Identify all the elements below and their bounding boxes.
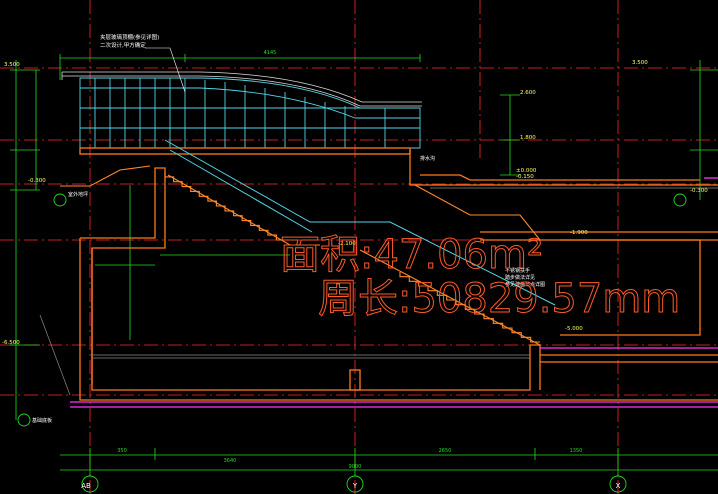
note-drain: 排水沟 — [420, 155, 435, 162]
elev-left-bottom: -6.500 — [2, 340, 20, 346]
elev-floor-bottom: -5.000 — [565, 326, 583, 332]
note-left-ground: 室外地坪 — [68, 191, 88, 198]
elev-right-low: -0.300 — [690, 188, 708, 194]
elev-level-minus: -0.150 — [516, 174, 534, 180]
elev-left-top: 3.500 — [4, 62, 20, 68]
overlay-area: 面积:47.06m² — [280, 232, 543, 278]
axis-label-middle: Y — [352, 482, 358, 490]
elev-basement-right: -1.900 — [570, 230, 588, 236]
canopy-roof-edge — [61, 71, 422, 107]
axis-label-left: AB — [81, 482, 91, 490]
canopy-note-line1: 夹层玻璃顶棚(参见详图) — [100, 33, 159, 41]
elev-roof-right: 2.600 — [520, 90, 536, 96]
overlay-perimeter: 周长:50829.57mm — [318, 276, 680, 322]
section-drawing: AB Y X 夹层玻璃顶棚(参见详图) 二次设计,甲方确定 2.600 1.80… — [0, 0, 718, 494]
note-left-bottom: 基础底板 — [32, 417, 52, 424]
dim-bottom-d: 1350 — [570, 448, 583, 454]
axis-label-right: X — [616, 482, 621, 490]
canopy-note-line2: 二次设计,甲方确定 — [100, 41, 146, 49]
dim-bottom-a: 3640 — [224, 458, 237, 464]
elev-right-top: 3.500 — [632, 60, 648, 66]
cad-drawing: AB Y X 夹层玻璃顶棚(参见详图) 二次设计,甲方确定 2.600 1.80… — [0, 0, 718, 494]
elev-level-mid: 1.800 — [520, 135, 536, 141]
canopy-note-leader — [145, 47, 186, 93]
dim-top-span: 4145 — [264, 50, 277, 56]
dim-bottom-c: 2650 — [439, 448, 452, 454]
elev-left-low: -0.300 — [28, 178, 46, 184]
dim-bottom-total: 9000 — [349, 464, 362, 470]
dim-bottom-b: 350 — [117, 448, 127, 454]
glass-canopy — [79, 77, 421, 149]
